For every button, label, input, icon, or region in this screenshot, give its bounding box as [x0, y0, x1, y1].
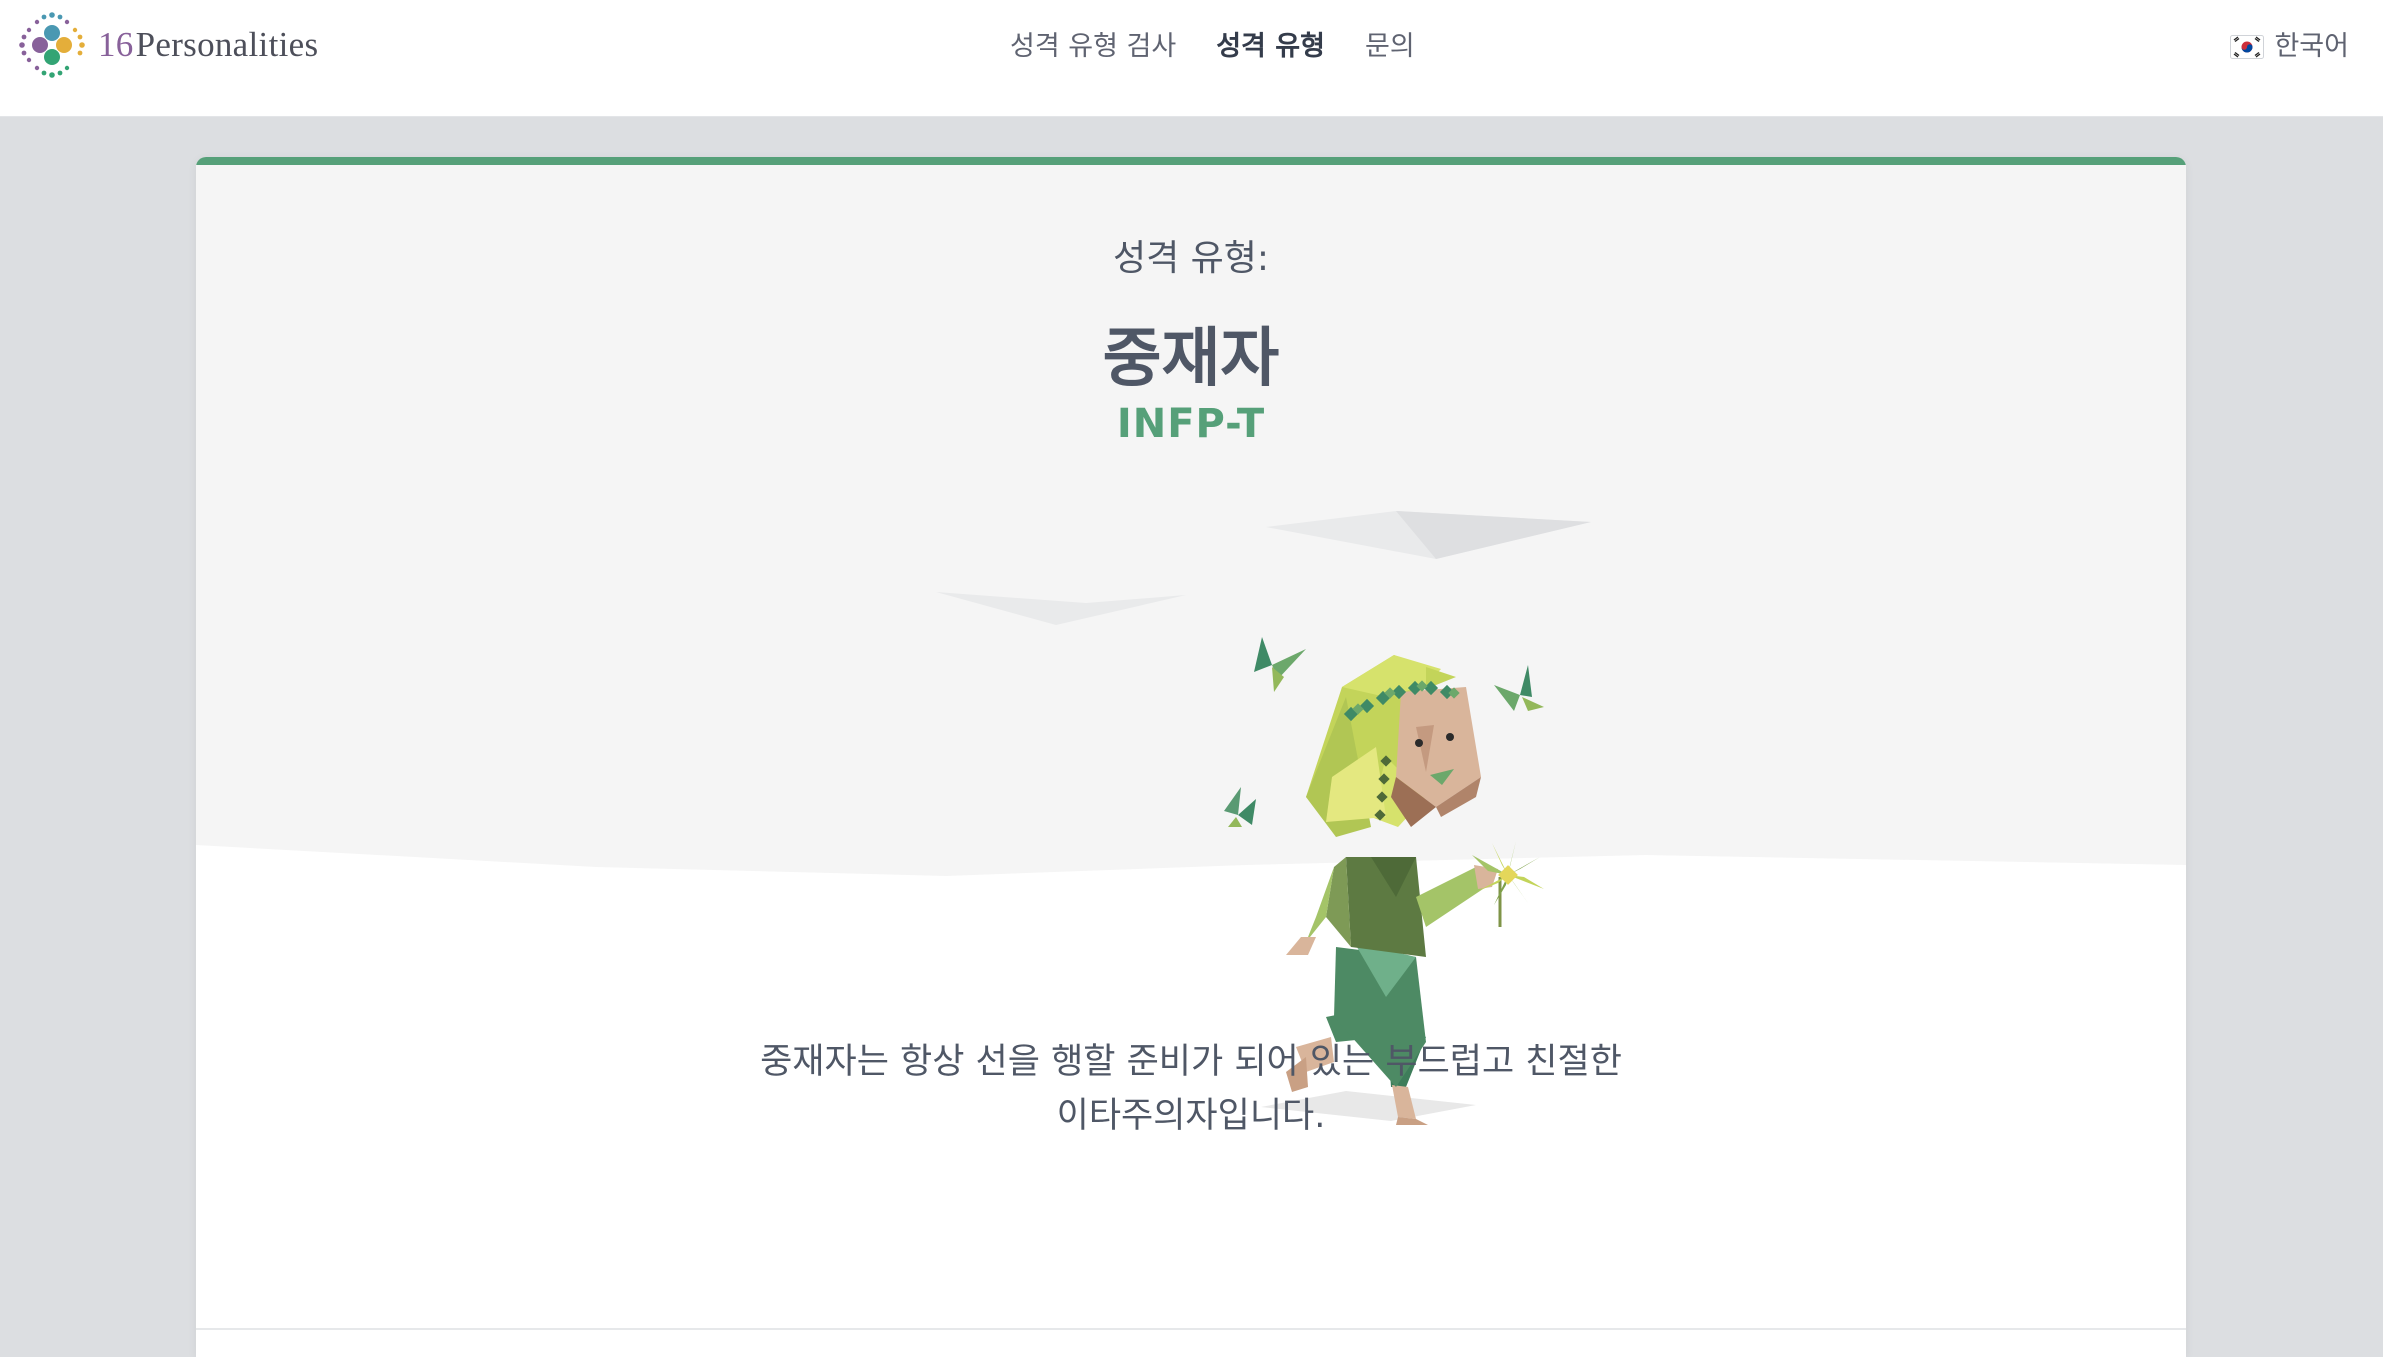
butterfly-icon: [1224, 787, 1256, 827]
personality-type-code: INFP-T: [1116, 401, 1266, 447]
main-nav: 성격 유형 검사 성격 유형 문의: [1010, 24, 1415, 70]
top-navigation-bar: 16Personalities 성격 유형 검사 성격 유형 문의 한국어: [0, 0, 2383, 117]
korea-flag-icon: [2230, 35, 2265, 59]
nav-personality-test[interactable]: 성격 유형 검사: [1010, 24, 1176, 70]
language-selector[interactable]: 한국어: [2230, 24, 2349, 70]
personality-type-name: 중재자: [1102, 322, 1280, 396]
personality-type-kicker: 성격 유형:: [1112, 238, 1270, 279]
site-logo[interactable]: 16Personalities: [18, 10, 318, 80]
card-accent-bar: [196, 157, 2186, 165]
nav-contact[interactable]: 문의: [1365, 24, 1415, 70]
butterfly-icon: [1254, 637, 1306, 692]
language-label: 한국어: [2274, 31, 2349, 62]
logo-dots-icon: [19, 12, 85, 78]
logo-text: 16Personalities: [98, 25, 319, 64]
butterfly-icon: [1494, 665, 1544, 711]
personality-type-card: 성격 유형: 중재자 INFP-T 중재자는 항상 선을 행할 준비가 되어 있…: [196, 157, 2186, 1357]
card-divider: [196, 1328, 2186, 1330]
nav-personality-types[interactable]: 성격 유형: [1216, 24, 1325, 70]
personality-type-description: 중재자는 항상 선을 행할 준비가 되어 있는 부드럽고 친절한 이타주의자입니…: [760, 1042, 1622, 1136]
